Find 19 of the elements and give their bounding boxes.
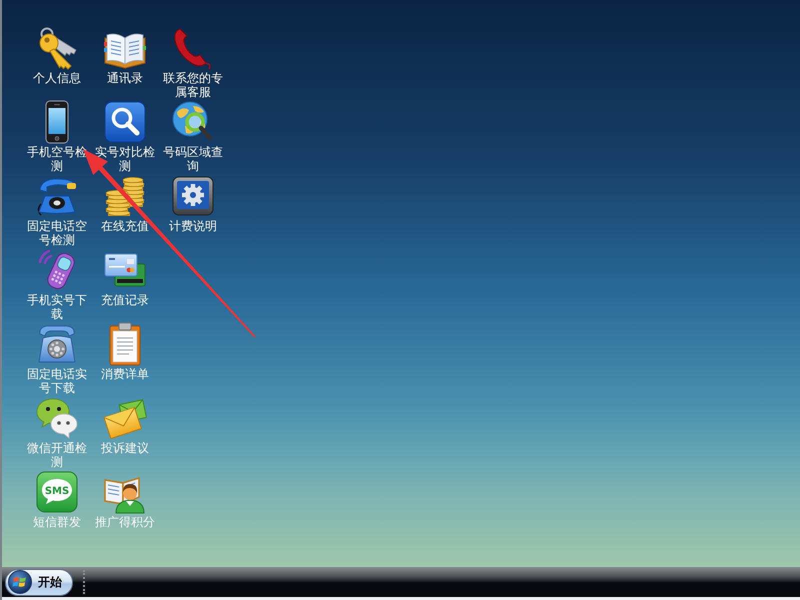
start-button[interactable]: 开始 bbox=[5, 568, 73, 596]
envelopes-icon[interactable] bbox=[103, 396, 147, 440]
shortcut-label[interactable]: 通讯录 bbox=[107, 71, 143, 85]
shortcut-label[interactable]: 在线充值 bbox=[101, 219, 149, 233]
chat-bubbles-icon[interactable] bbox=[35, 396, 79, 440]
search-icon[interactable] bbox=[103, 100, 147, 144]
shortcut-label[interactable]: 固定电话实号下载 bbox=[26, 367, 88, 395]
shortcut-label[interactable]: 计费说明 bbox=[169, 219, 217, 233]
sms-bubble-icon[interactable]: SMS bbox=[35, 470, 79, 514]
shortcut-label[interactable]: 联系您的专属客服 bbox=[162, 71, 224, 99]
shortcut-label[interactable]: 消费详单 bbox=[101, 367, 149, 381]
shortcut-label[interactable]: 个人信息 bbox=[33, 71, 81, 85]
shortcut-label[interactable]: 号码区域查询 bbox=[162, 145, 224, 173]
sms-text: SMS bbox=[44, 486, 70, 497]
shortcut-label[interactable]: 充值记录 bbox=[101, 293, 149, 307]
shortcut-label[interactable]: 手机实号下载 bbox=[26, 293, 88, 321]
start-orb-icon bbox=[8, 570, 32, 594]
gear-screen-icon[interactable] bbox=[171, 174, 215, 218]
shortcut-label[interactable]: 固定电话空号检测 bbox=[26, 219, 88, 247]
